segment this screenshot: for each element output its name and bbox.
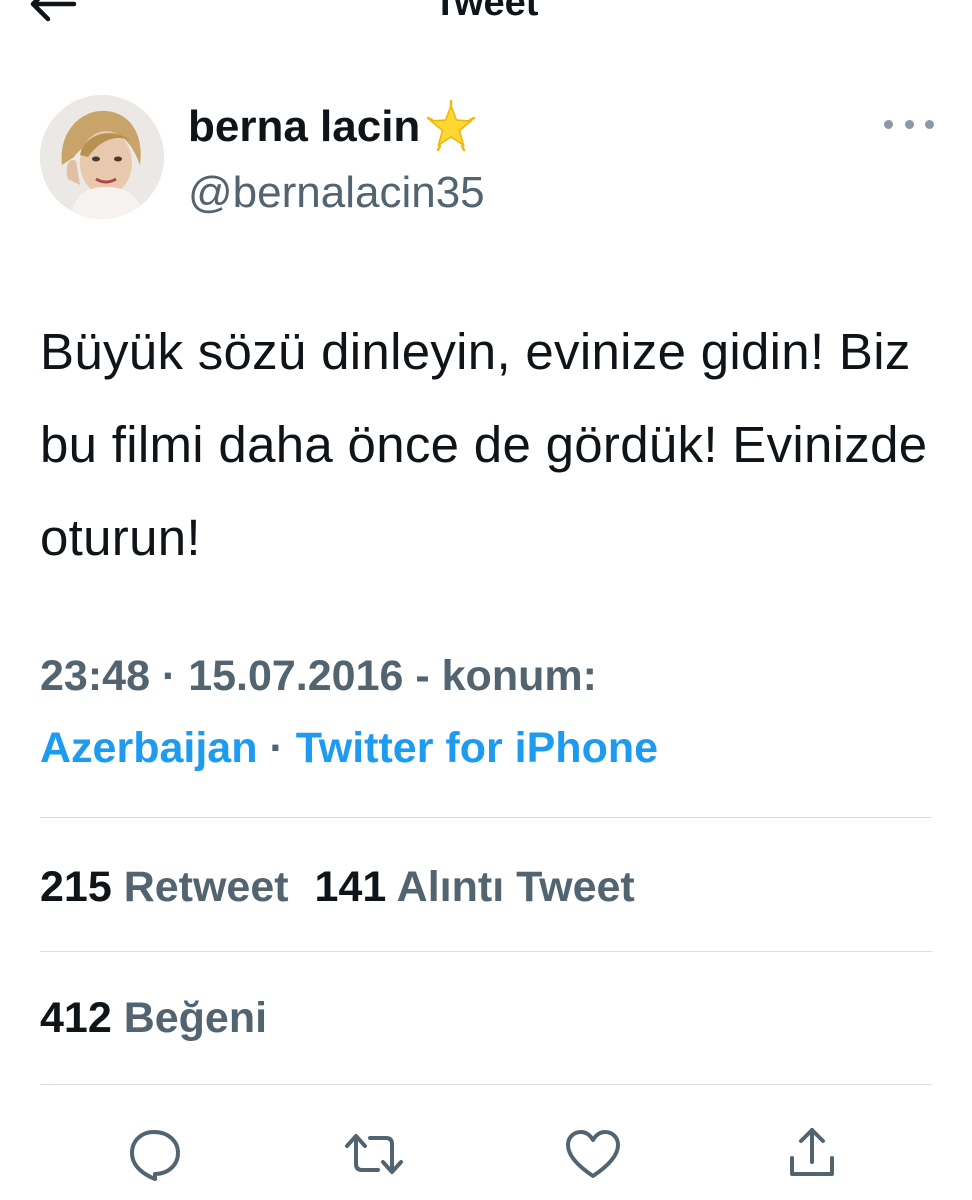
retweet-count: 215	[40, 863, 112, 911]
retweets-link[interactable]: 215 Retweet	[40, 863, 289, 911]
like-label: Beğeni	[123, 994, 268, 1042]
retweet-label: Retweet	[123, 863, 289, 911]
tweet-time: 23:48	[40, 652, 150, 700]
more-options-icon[interactable]	[884, 106, 934, 142]
location-link[interactable]: Azerbaijan	[40, 724, 257, 772]
reply-icon[interactable]	[124, 1124, 184, 1184]
divider	[40, 951, 932, 952]
retweet-stats-row: 215 Retweet 141 Alıntı Tweet	[40, 857, 635, 917]
retweet-icon[interactable]	[344, 1124, 404, 1184]
glowing-star-icon	[427, 100, 476, 152]
tweet-date: 15.07.2016	[188, 652, 404, 700]
quotes-link[interactable]: 141 Alıntı Tweet	[315, 863, 635, 911]
tweet-text: Büyük sözü dinleyin, evinize gidin! Biz …	[40, 323, 928, 566]
author-name-row[interactable]: berna lacin	[188, 98, 478, 156]
page-title: Tweet	[433, 0, 539, 24]
like-icon[interactable]	[563, 1124, 623, 1184]
tweet-meta: 23:48 · 15.07.2016 - konum: Azerbaijan ·…	[40, 652, 659, 772]
like-count: 412	[40, 994, 112, 1042]
quote-count: 141	[314, 863, 387, 911]
share-icon[interactable]	[782, 1124, 842, 1184]
action-bar	[0, 1120, 972, 1190]
avatar[interactable]	[40, 95, 164, 219]
divider	[40, 1084, 932, 1085]
author-name[interactable]: berna lacin	[188, 99, 420, 155]
source-link[interactable]: Twitter for iPhone	[296, 724, 658, 772]
quote-label: Alıntı Tweet	[396, 863, 635, 911]
divider	[40, 817, 932, 818]
location-label: konum:	[441, 652, 597, 700]
likes-stats-row[interactable]: 412 Beğeni	[40, 988, 267, 1048]
author-handle[interactable]: @bernalacin35	[188, 165, 485, 221]
top-bar: Tweet	[0, 0, 972, 38]
